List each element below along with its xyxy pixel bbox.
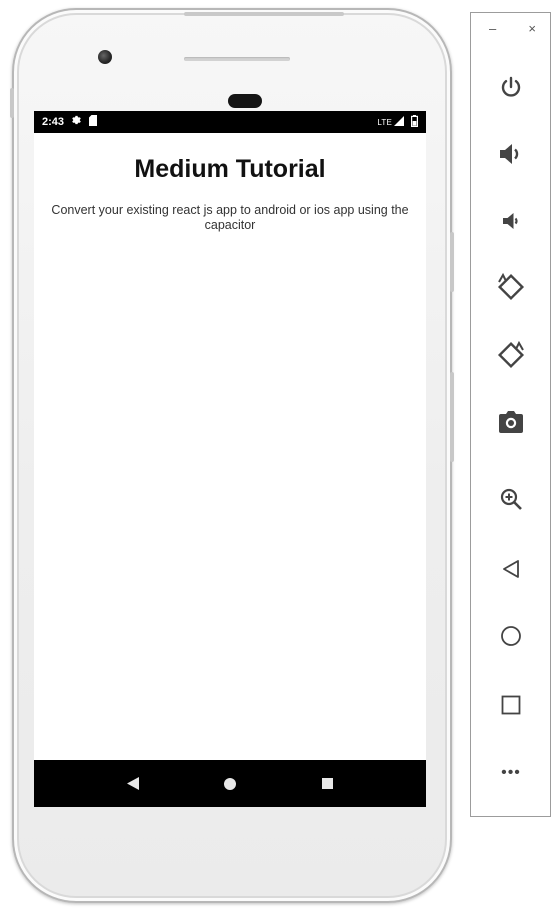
zoom-icon xyxy=(500,488,522,510)
screenshot-button[interactable] xyxy=(491,402,531,442)
sim-card-icon xyxy=(89,115,98,129)
volume-up-icon xyxy=(500,144,519,164)
battery-icon xyxy=(411,114,419,130)
more-icon: ••• xyxy=(501,764,521,781)
overview-button[interactable] xyxy=(491,685,531,725)
nav-overview-button[interactable] xyxy=(312,769,342,799)
rotate-right-button[interactable] xyxy=(491,335,531,375)
volume-up-button[interactable] xyxy=(491,134,531,174)
camera-icon xyxy=(499,411,523,433)
nav-back-button[interactable] xyxy=(118,769,148,799)
rotate-left-button[interactable] xyxy=(491,267,531,307)
emulator-toolbar: – × ••• xyxy=(470,12,551,817)
back-icon xyxy=(503,560,519,578)
side-button-volume xyxy=(450,372,454,462)
home-circle-icon xyxy=(223,777,236,790)
more-options-button[interactable]: ••• xyxy=(491,753,531,793)
zoom-button[interactable] xyxy=(491,479,531,519)
close-button[interactable]: × xyxy=(528,21,536,37)
side-button-power xyxy=(450,232,454,292)
device-screen: 2:43 LTE Medium Tutorial Convert your ex… xyxy=(34,111,426,807)
volume-down-button[interactable] xyxy=(491,201,531,241)
volume-down-icon xyxy=(503,213,518,229)
back-button[interactable] xyxy=(491,549,531,589)
overview-icon xyxy=(501,695,521,715)
settings-icon xyxy=(71,115,82,129)
page-title: Medium Tutorial xyxy=(134,155,326,183)
status-bar: 2:43 LTE xyxy=(34,111,426,133)
status-time: 2:43 xyxy=(42,116,65,128)
navigation-bar xyxy=(34,760,426,807)
window-controls: – × xyxy=(471,21,550,37)
back-triangle-icon xyxy=(126,777,139,790)
page-description: Convert your existing react js app to an… xyxy=(51,203,409,232)
phone-top-edge xyxy=(184,12,344,16)
home-icon xyxy=(501,626,521,646)
nav-home-button[interactable] xyxy=(215,769,245,799)
minimize-button[interactable]: – xyxy=(489,21,496,37)
power-icon xyxy=(501,76,521,97)
app-content: Medium Tutorial Convert your existing re… xyxy=(34,133,426,233)
home-button[interactable] xyxy=(491,616,531,656)
front-camera xyxy=(98,50,112,64)
power-button[interactable] xyxy=(491,67,531,107)
network-type-label: LTE xyxy=(377,117,392,127)
rotate-right-icon xyxy=(497,340,525,369)
signal-icon xyxy=(394,115,404,129)
rotate-left-icon xyxy=(497,272,525,301)
side-button-left xyxy=(10,88,14,118)
speaker-grille xyxy=(184,57,290,61)
earpiece-sensor xyxy=(228,94,262,108)
overview-square-icon xyxy=(321,778,333,789)
